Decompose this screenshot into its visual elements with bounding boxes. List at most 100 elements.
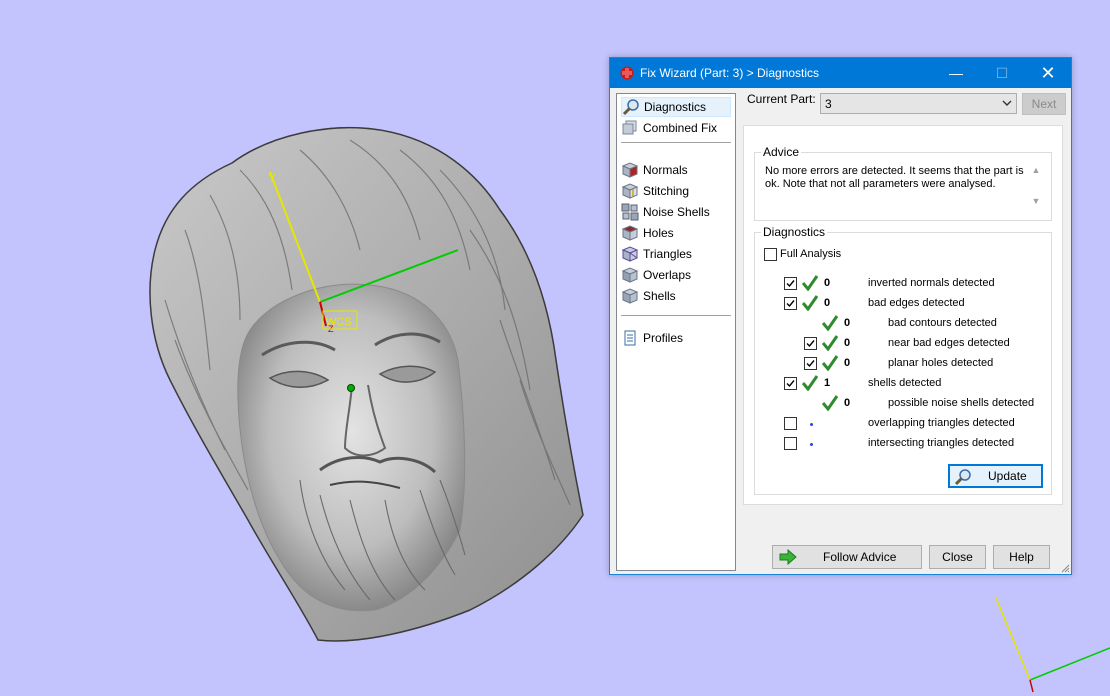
- full-analysis-label: Full Analysis: [780, 248, 842, 260]
- ok-check-icon: [802, 295, 818, 311]
- dialog-title: Fix Wizard (Part: 3) > Diagnostics: [640, 66, 820, 80]
- update-button[interactable]: Update: [948, 464, 1043, 488]
- ok-check-icon: [822, 355, 838, 371]
- pending-dot-icon: [810, 443, 813, 446]
- row-label: possible noise shells detected: [888, 397, 1035, 409]
- nav-item-combined-fix[interactable]: Combined Fix: [621, 118, 731, 138]
- diagnostics-title: Diagnostics: [761, 225, 828, 239]
- update-label: Update: [988, 469, 1027, 483]
- advice-text: No more errors are detected. It seems th…: [765, 165, 1024, 190]
- row-label: inverted normals detected: [868, 277, 995, 289]
- nav-item-noise-shells[interactable]: Noise Shells: [621, 202, 731, 222]
- ok-check-icon: [822, 395, 838, 411]
- row-label: shells detected: [868, 377, 942, 389]
- arrow-right-icon: [779, 549, 797, 565]
- pending-dot-icon: [810, 423, 813, 426]
- row-value: 0: [844, 337, 851, 349]
- full-analysis-checkbox[interactable]: [764, 248, 777, 261]
- ok-check-icon: [822, 335, 838, 351]
- nav-item-shells[interactable]: Shells: [621, 286, 731, 306]
- help-button[interactable]: Help: [993, 545, 1050, 569]
- row-label: planar holes detected: [888, 357, 994, 369]
- nav-item-overlaps[interactable]: Overlaps: [621, 265, 731, 285]
- nav-separator: [621, 142, 731, 143]
- maximize-button[interactable]: ☐: [979, 58, 1025, 88]
- cube-stack-icon: [622, 120, 637, 135]
- wizard-nav: Diagnostics Combined Fix Normals Stitchi…: [616, 93, 736, 571]
- nav-label: Shells: [643, 289, 676, 303]
- axis-y-label: Y: [268, 171, 276, 185]
- holes-cube-icon: [621, 225, 639, 241]
- row-value: 0: [844, 397, 851, 409]
- current-part-label: Current Part:: [747, 92, 816, 106]
- advice-scrollbar[interactable]: ▲ ▼: [1029, 165, 1043, 209]
- planar-holes-checkbox[interactable]: [804, 357, 817, 370]
- ok-check-icon: [822, 315, 838, 331]
- overlapping-triangles-checkbox[interactable]: [784, 417, 797, 430]
- close-button[interactable]: Close: [929, 545, 986, 569]
- follow-advice-button[interactable]: Follow Advice: [772, 545, 922, 569]
- magnifier-icon: [954, 469, 971, 486]
- row-value: 0: [824, 277, 831, 289]
- nav-label: Combined Fix: [643, 121, 718, 135]
- advice-group: Advice No more errors are detected. It s…: [754, 145, 1052, 221]
- nav-label: Stitching: [643, 184, 690, 198]
- shells-cube-icon: [621, 288, 639, 304]
- magnifier-icon: [622, 99, 639, 116]
- nav-item-stitching[interactable]: Stitching: [621, 181, 731, 201]
- nav-item-triangles[interactable]: Triangles: [621, 244, 731, 264]
- nav-separator: [621, 315, 731, 316]
- pivot-point: [347, 384, 355, 392]
- row-value: 0: [844, 357, 851, 369]
- follow-advice-label: Follow Advice: [823, 550, 897, 564]
- row-label: bad contours detected: [888, 317, 997, 329]
- current-part-value: 3: [825, 97, 832, 111]
- fix-wizard-dialog: Fix Wizard (Part: 3) > Diagnostics — ☐ ✕…: [609, 57, 1072, 575]
- resize-grip-icon[interactable]: [1060, 563, 1070, 573]
- orientation-triad: [995, 597, 1110, 693]
- advice-title: Advice: [761, 145, 802, 159]
- nav-item-normals[interactable]: Normals: [621, 160, 731, 180]
- wcs-label: WCS: [326, 316, 352, 328]
- overlaps-cube-icon: [621, 267, 639, 283]
- app-icon: [620, 66, 634, 80]
- shells-checkbox[interactable]: [784, 377, 797, 390]
- scroll-down-icon[interactable]: ▼: [1029, 196, 1043, 207]
- triangles-cube-icon: [621, 246, 639, 262]
- document-icon: [624, 330, 636, 346]
- diagnostics-panel: Advice No more errors are detected. It s…: [743, 125, 1063, 505]
- noise-shells-icon: [621, 203, 639, 221]
- row-label: near bad edges detected: [888, 337, 1010, 349]
- nav-label: Noise Shells: [643, 205, 710, 219]
- nav-label: Triangles: [643, 247, 692, 261]
- row-value: 0: [844, 317, 851, 329]
- ok-check-icon: [802, 375, 818, 391]
- title-bar[interactable]: Fix Wizard (Part: 3) > Diagnostics — ☐ ✕: [610, 58, 1071, 88]
- nav-item-profiles[interactable]: Profiles: [621, 328, 731, 348]
- nav-label: Profiles: [643, 331, 684, 345]
- near-bad-edges-checkbox[interactable]: [804, 337, 817, 350]
- minimize-button[interactable]: —: [933, 58, 979, 88]
- bad-edges-checkbox[interactable]: [784, 297, 797, 310]
- nav-label: Normals: [643, 163, 688, 177]
- row-label: intersecting triangles detected: [868, 437, 1015, 449]
- nav-item-diagnostics[interactable]: Diagnostics: [621, 97, 731, 117]
- intersecting-triangles-checkbox[interactable]: [784, 437, 797, 450]
- current-part-select[interactable]: 3: [820, 93, 1017, 114]
- nav-label: Overlaps: [643, 268, 692, 282]
- row-label: overlapping triangles detected: [868, 417, 1015, 429]
- row-value: 0: [824, 297, 831, 309]
- ok-check-icon: [802, 275, 818, 291]
- nav-label: Diagnostics: [644, 100, 707, 114]
- chevron-down-icon: [1002, 100, 1012, 106]
- inverted-normals-checkbox[interactable]: [784, 277, 797, 290]
- nav-label: Holes: [643, 226, 674, 240]
- scroll-up-icon[interactable]: ▲: [1029, 165, 1043, 176]
- row-label: bad edges detected: [868, 297, 965, 309]
- nav-item-holes[interactable]: Holes: [621, 223, 731, 243]
- relief-model[interactable]: [149, 126, 584, 642]
- close-window-button[interactable]: ✕: [1025, 58, 1071, 88]
- next-button[interactable]: Next: [1022, 93, 1066, 115]
- normals-cube-icon: [621, 162, 639, 178]
- row-value: 1: [824, 377, 831, 389]
